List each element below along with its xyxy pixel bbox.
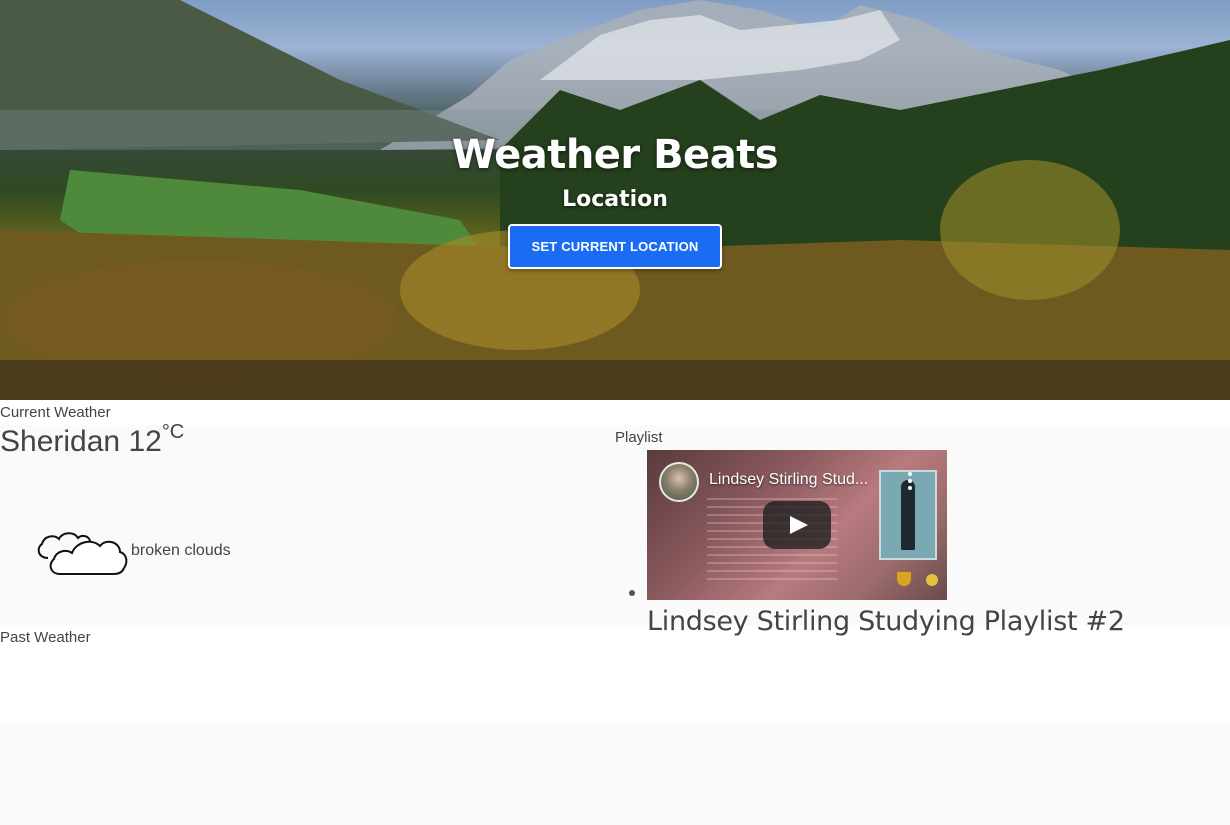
playlist-item-title: Lindsey Stirling Studying Playlist #2: [647, 606, 1125, 637]
hero-banner: Weather Beats Location SET CURRENT LOCAT…: [0, 0, 1230, 400]
past-weather-section: [0, 625, 1230, 723]
playlist-label: Playlist: [615, 429, 663, 446]
play-icon[interactable]: [763, 501, 831, 549]
location-heading: Location: [562, 187, 668, 212]
current-weather-summary: Sheridan 12°C: [0, 421, 184, 459]
cloud-icon: [37, 532, 128, 575]
temperature-unit: °C: [161, 421, 185, 443]
medal-icon: [926, 574, 938, 586]
past-weather-label: Past Weather: [0, 629, 91, 646]
city-name: Sheridan: [0, 425, 121, 458]
set-current-location-button[interactable]: SET CURRENT LOCATION: [508, 224, 722, 269]
current-weather-label: Current Weather: [0, 404, 111, 421]
more-options-icon[interactable]: [907, 472, 913, 492]
weather-condition: broken clouds: [131, 542, 231, 559]
channel-avatar[interactable]: [659, 462, 699, 502]
app-title: Weather Beats: [451, 132, 779, 178]
video-title[interactable]: Lindsey Stirling Stud...: [709, 471, 899, 489]
trophy-icon: [897, 572, 911, 586]
youtube-video-embed[interactable]: Lindsey Stirling Stud...: [647, 450, 947, 600]
temperature-value: 12: [128, 425, 162, 458]
list-bullet: [629, 590, 635, 596]
divider-band: [0, 400, 1230, 425]
hero-content: Weather Beats Location SET CURRENT LOCAT…: [0, 0, 1230, 400]
